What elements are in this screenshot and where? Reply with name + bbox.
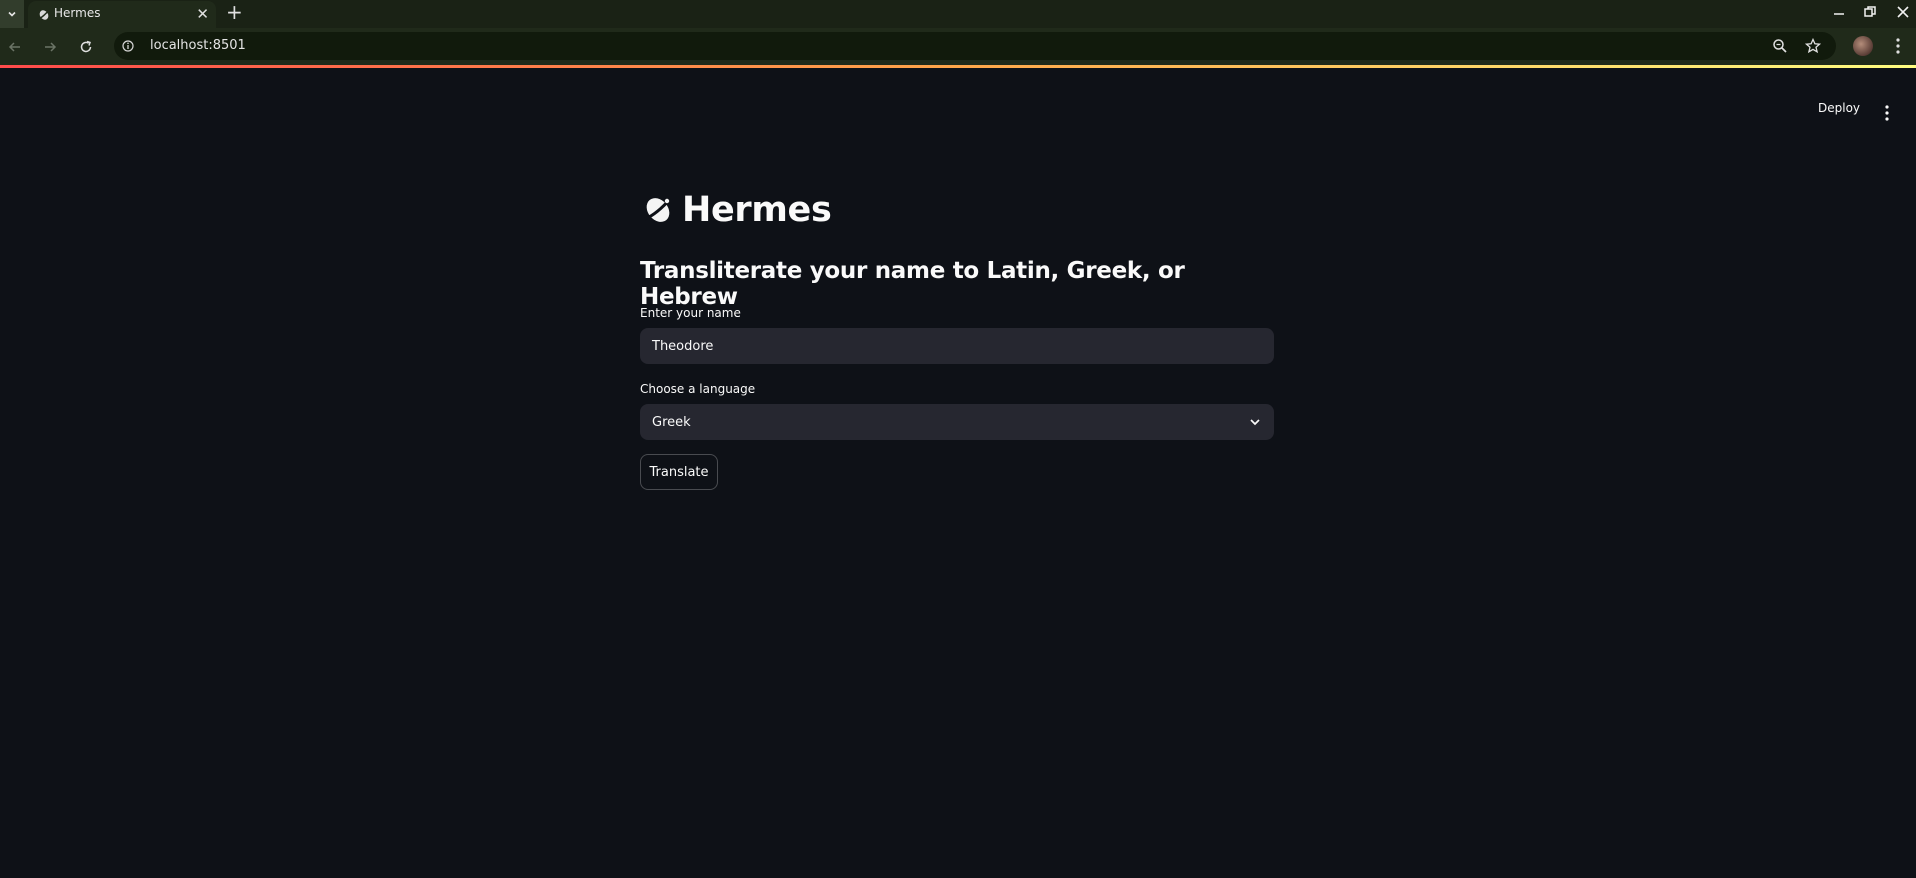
browser-tab[interactable]: Hermes ✕ (28, 1, 216, 28)
bookmark-star-icon[interactable] (1805, 38, 1821, 54)
satellite-dish-icon (38, 9, 50, 20)
back-button[interactable] (4, 28, 26, 65)
arrow-right-icon (45, 41, 57, 52)
restore-icon (1864, 6, 1876, 17)
close-window-button[interactable] (1890, 0, 1916, 24)
close-tab-icon[interactable]: ✕ (196, 4, 209, 24)
tab-search-button[interactable] (0, 0, 24, 28)
reload-button[interactable] (75, 28, 97, 65)
page-title: Hermes (682, 190, 832, 230)
address-bar[interactable]: localhost:8501 (114, 32, 1836, 60)
url-text: localhost:8501 (150, 38, 246, 53)
browser-tab-bar: Hermes ✕ + (0, 0, 1916, 28)
tab-title: Hermes (54, 6, 101, 20)
profile-avatar[interactable] (1853, 36, 1873, 56)
name-input[interactable]: Theodore (640, 328, 1274, 364)
zoom-icon[interactable] (1772, 38, 1788, 54)
minimize-button[interactable] (1826, 0, 1852, 24)
reload-icon (80, 40, 92, 52)
close-icon (1897, 6, 1909, 18)
chevron-down-icon (1250, 419, 1260, 426)
info-icon[interactable] (122, 40, 134, 52)
name-field-label: Enter your name (640, 306, 741, 320)
language-select-value: Greek (652, 414, 691, 430)
deploy-button[interactable]: Deploy (1818, 101, 1860, 115)
browser-menu-icon[interactable] (1890, 36, 1906, 56)
title-row: Hermes (640, 186, 1274, 234)
language-select[interactable]: Greek (640, 404, 1274, 440)
forward-button[interactable] (39, 28, 61, 65)
satellite-icon (644, 197, 673, 222)
browser-toolbar: localhost:8501 (0, 28, 1916, 65)
minimize-icon (1834, 13, 1844, 15)
chevron-down-icon (8, 11, 16, 17)
arrow-left-icon (8, 41, 20, 52)
app-menu-icon[interactable] (1880, 104, 1894, 122)
language-select-label: Choose a language (640, 382, 756, 396)
restore-button[interactable] (1857, 0, 1883, 24)
new-tab-button[interactable]: + (226, 2, 243, 22)
app-decoration-bar (0, 65, 1916, 68)
page-subtitle: Transliterate your name to Latin, Greek,… (640, 258, 1185, 310)
translate-button[interactable]: Translate (640, 454, 718, 490)
